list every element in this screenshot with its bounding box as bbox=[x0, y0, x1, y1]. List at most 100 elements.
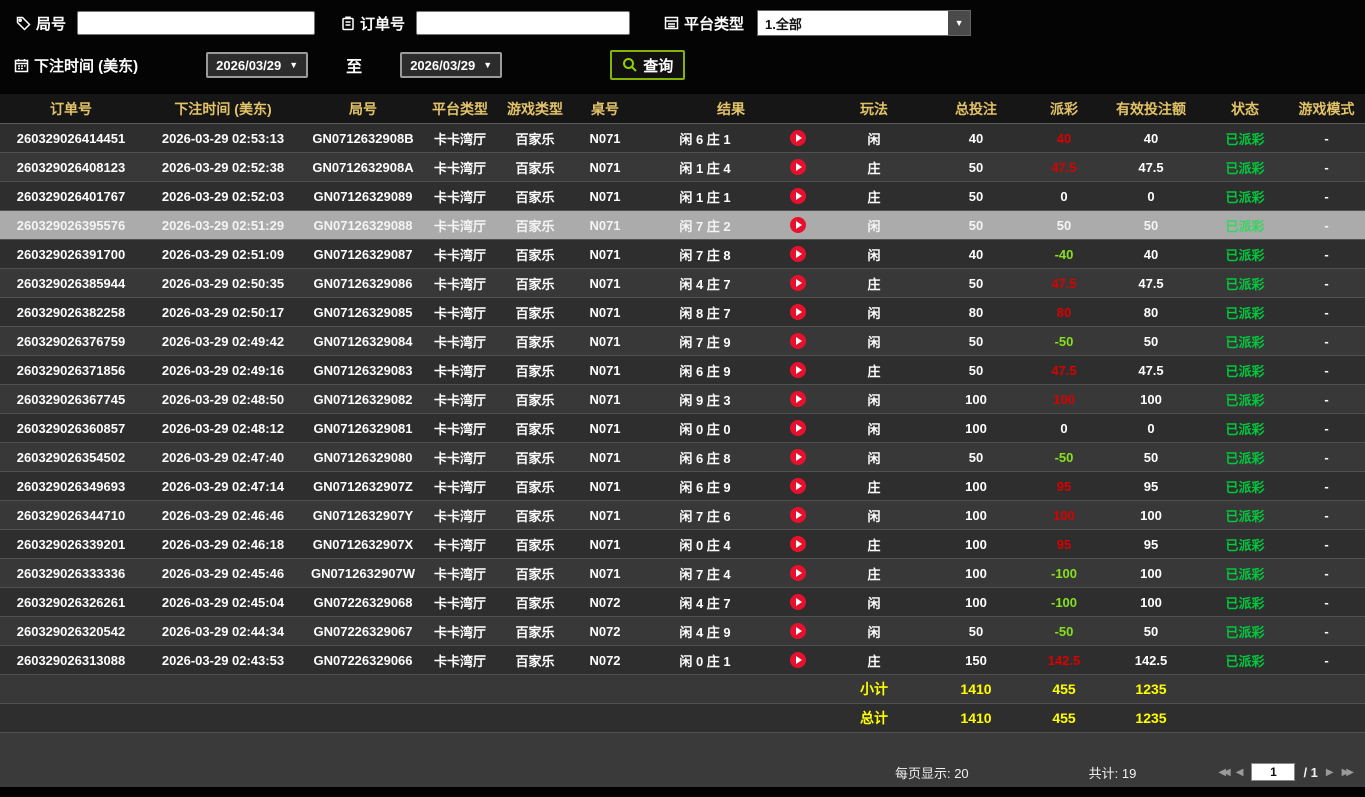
cell-table_no: N072 bbox=[589, 623, 621, 639]
play-icon[interactable] bbox=[772, 362, 824, 378]
cell-payout: -50 bbox=[1054, 623, 1074, 639]
cell-status: 已派彩 bbox=[1225, 363, 1265, 379]
table-row[interactable]: 260329026391700 2026-03-29 02:51:09 GN0712… bbox=[0, 240, 1365, 269]
cell-platform: 卡卡湾厅 bbox=[433, 508, 486, 524]
column-header: 下注时间 (美东) bbox=[174, 100, 272, 117]
column-header: 有效投注额 bbox=[1116, 100, 1186, 117]
cell-game: 百家乐 bbox=[515, 334, 555, 350]
cell-payout: -100 bbox=[1050, 565, 1078, 581]
cell-platform: 卡卡湾厅 bbox=[433, 624, 486, 640]
play-icon[interactable] bbox=[772, 449, 824, 465]
result-text: 闲 7 庄 2 bbox=[679, 218, 731, 234]
table-row[interactable]: 260329026395576 2026-03-29 02:51:29 GN0712… bbox=[0, 211, 1365, 240]
cell-game: 百家乐 bbox=[515, 218, 555, 234]
platform-select[interactable]: 1.全部 ▼ bbox=[757, 10, 972, 36]
cell-payout: 142.5 bbox=[1047, 652, 1081, 668]
table-row[interactable]: 260329026320542 2026-03-29 02:44:34 GN0722… bbox=[0, 617, 1365, 646]
result-text: 闲 6 庄 9 bbox=[679, 363, 731, 379]
table-row[interactable]: 260329026349693 2026-03-29 02:47:14 GN0712… bbox=[0, 472, 1365, 501]
table-row[interactable]: 260329026333336 2026-03-29 02:45:46 GN0712… bbox=[0, 559, 1365, 588]
table-row[interactable]: 260329026376759 2026-03-29 02:49:42 GN0712… bbox=[0, 327, 1365, 356]
last-page-icon[interactable]: ▶▶ bbox=[1342, 767, 1355, 778]
play-icon[interactable] bbox=[772, 652, 824, 668]
table-row[interactable]: 260329026382258 2026-03-29 02:50:17 GN0712… bbox=[0, 298, 1365, 327]
table-row[interactable]: 260329026313088 2026-03-29 02:43:53 GN0722… bbox=[0, 646, 1365, 675]
cell-mode: - bbox=[1324, 246, 1329, 262]
play-icon[interactable] bbox=[772, 333, 824, 349]
cell-play: 闲 bbox=[867, 218, 881, 234]
per-page-label: 每页显示: 20 bbox=[894, 765, 969, 781]
play-icon[interactable] bbox=[772, 420, 824, 436]
first-page-icon[interactable]: ◀◀ bbox=[1218, 767, 1231, 778]
result-text: 闲 0 庄 4 bbox=[679, 537, 731, 553]
play-icon[interactable] bbox=[772, 246, 824, 262]
cell-mode: - bbox=[1324, 507, 1329, 523]
table-row[interactable]: 260329026371856 2026-03-29 02:49:16 GN0712… bbox=[0, 356, 1365, 385]
table-row[interactable]: 260329026344710 2026-03-29 02:46:46 GN0712… bbox=[0, 501, 1365, 530]
subtotal-total_bet: 1410 bbox=[960, 681, 992, 697]
date-from-value: 2026/03/29 bbox=[216, 57, 282, 73]
cell-order: 260329026344710 bbox=[16, 507, 126, 523]
cell-total_bet: 100 bbox=[965, 420, 987, 436]
cell-time: 2026-03-29 02:50:17 bbox=[161, 304, 285, 320]
total-play: 总计 bbox=[860, 710, 888, 726]
table-row[interactable]: 260329026408123 2026-03-29 02:52:38 GN0712… bbox=[0, 153, 1365, 182]
calendar-icon bbox=[14, 58, 29, 73]
table-row[interactable]: 260329026354502 2026-03-29 02:47:40 GN0712… bbox=[0, 443, 1365, 472]
play-icon[interactable] bbox=[772, 188, 824, 204]
chevron-down-icon: ▼ bbox=[483, 60, 493, 70]
table-row[interactable]: 260329026326261 2026-03-29 02:45:04 GN0722… bbox=[0, 588, 1365, 617]
cell-result: 闲 6 庄 9 bbox=[638, 477, 824, 496]
prev-page-icon[interactable]: ◀ bbox=[1236, 767, 1244, 778]
table-row[interactable]: 260329026414451 2026-03-29 02:53:13 GN0712… bbox=[0, 124, 1365, 153]
next-page-icon[interactable]: ▶ bbox=[1326, 767, 1334, 778]
date-to-value: 2026/03/29 bbox=[410, 57, 476, 73]
cell-valid_bet: 50 bbox=[1143, 449, 1159, 465]
play-icon[interactable] bbox=[772, 507, 824, 523]
table-row[interactable]: 260329026360857 2026-03-29 02:48:12 GN0712… bbox=[0, 414, 1365, 443]
play-icon[interactable] bbox=[772, 478, 824, 494]
play-icon[interactable] bbox=[772, 391, 824, 407]
cell-play: 庄 bbox=[867, 276, 881, 292]
page-number-input[interactable] bbox=[1251, 763, 1296, 781]
cell-platform: 卡卡湾厅 bbox=[433, 276, 486, 292]
table-row[interactable]: 260329026339201 2026-03-29 02:46:18 GN0712… bbox=[0, 530, 1365, 559]
play-icon[interactable] bbox=[772, 565, 824, 581]
cell-table_no: N071 bbox=[589, 246, 621, 262]
cell-round: GN07126329088 bbox=[313, 217, 413, 233]
cell-total_bet: 80 bbox=[968, 304, 984, 320]
play-icon[interactable] bbox=[772, 536, 824, 552]
cell-round: GN0712632908A bbox=[312, 159, 414, 175]
play-icon[interactable] bbox=[772, 304, 824, 320]
order-input[interactable] bbox=[416, 11, 631, 35]
subtotal-payout: 455 bbox=[1052, 681, 1076, 697]
result-text: 闲 6 庄 1 bbox=[679, 131, 731, 147]
play-icon[interactable] bbox=[772, 275, 824, 291]
table-row[interactable]: 260329026367745 2026-03-29 02:48:50 GN0712… bbox=[0, 385, 1365, 414]
cell-mode: - bbox=[1324, 304, 1329, 320]
cell-time: 2026-03-29 02:46:46 bbox=[161, 507, 285, 523]
cell-round: GN07226329066 bbox=[313, 652, 413, 668]
play-icon[interactable] bbox=[772, 594, 824, 610]
clipboard-icon bbox=[341, 15, 355, 31]
cell-game: 百家乐 bbox=[515, 479, 555, 495]
round-input[interactable] bbox=[77, 11, 316, 35]
table-row[interactable]: 260329026401767 2026-03-29 02:52:03 GN0712… bbox=[0, 182, 1365, 211]
table-row[interactable]: 260329026385944 2026-03-29 02:50:35 GN0712… bbox=[0, 269, 1365, 298]
play-icon[interactable] bbox=[772, 217, 824, 233]
date-to-picker[interactable]: 2026/03/29 ▼ bbox=[400, 52, 503, 78]
cell-total_bet: 100 bbox=[965, 507, 987, 523]
cell-game: 百家乐 bbox=[515, 305, 555, 321]
cell-order: 260329026326261 bbox=[16, 594, 126, 610]
play-icon[interactable] bbox=[772, 130, 824, 146]
search-button[interactable]: 查询 bbox=[610, 50, 686, 80]
play-icon[interactable] bbox=[772, 159, 824, 175]
cell-order: 260329026408123 bbox=[16, 159, 126, 175]
cell-result: 闲 7 庄 6 bbox=[638, 506, 824, 525]
cell-total_bet: 100 bbox=[965, 565, 987, 581]
cell-result: 闲 6 庄 8 bbox=[638, 448, 824, 467]
cell-play: 闲 bbox=[867, 595, 881, 611]
date-from-picker[interactable]: 2026/03/29 ▼ bbox=[206, 52, 309, 78]
cell-result: 闲 0 庄 1 bbox=[638, 651, 824, 670]
play-icon[interactable] bbox=[772, 623, 824, 639]
